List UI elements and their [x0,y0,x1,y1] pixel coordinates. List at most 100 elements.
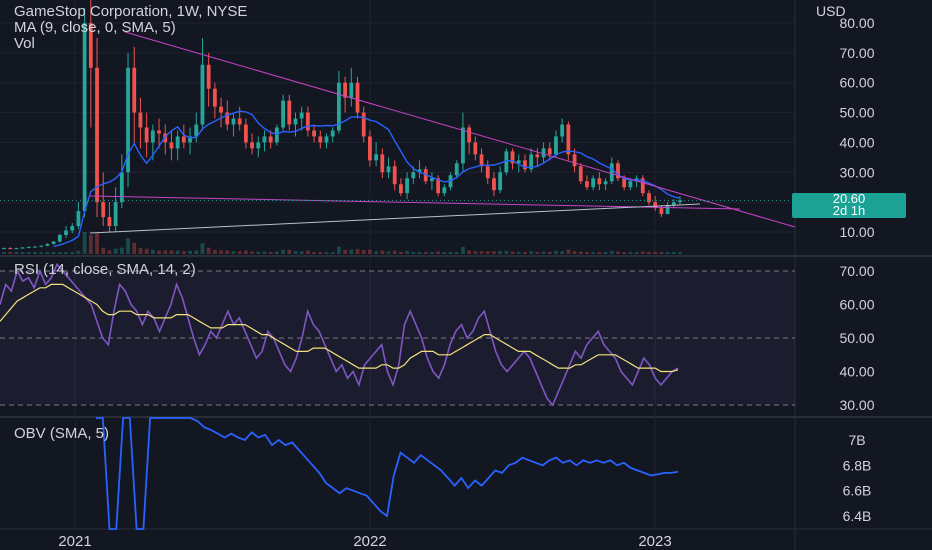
volume-bar [485,251,490,254]
volume-bar [64,252,68,254]
candle-body [461,127,465,164]
volume-bar [312,251,316,254]
price-tick-label: 50.00 [839,105,874,121]
candle-body [535,154,540,158]
candle-body [212,88,217,107]
candle-body [250,142,254,149]
volume-bar [436,251,441,254]
obv-tick-label: 6.4B [843,508,872,524]
candle-body [609,163,614,182]
volume-bar [597,251,602,254]
legend-ma: MA (9, close, 0, SMA, 5) [14,19,176,36]
time-tick-label: 2023 [638,533,671,550]
volume-bar [405,250,410,254]
candle-body [399,184,403,194]
volume-bar [268,251,273,254]
volume-bar [101,247,106,254]
volume-bar [181,251,186,254]
candle-body [14,248,19,250]
volume-bar [188,250,192,254]
volume-bar [659,252,664,254]
volume-bar [647,252,651,254]
volume-bar [336,246,341,254]
candle-body [169,142,174,149]
candle-body [268,136,273,143]
obv-line [96,417,679,530]
volume-bar [448,251,453,254]
candle-body [132,67,137,113]
trendline-rising [89,203,701,234]
candle-body [274,127,279,143]
candle-body [492,178,496,191]
candle-body [57,234,62,242]
volume-bar [566,249,571,254]
candle-body [45,243,50,246]
candle-body [200,64,205,125]
candle-body [39,245,44,247]
candle-body [591,178,596,188]
candle-body [330,130,335,137]
volume-bar [45,252,50,254]
price-tick-label: 10.00 [839,224,874,240]
volume-bar [33,252,37,254]
candle-body [206,64,211,89]
legend-obv: OBV (SMA, 5) [14,425,110,442]
volume-bar [473,251,478,254]
volume-bar [243,250,248,254]
candle-body [349,82,354,98]
volume-bar [82,232,87,254]
rsi-tick-label: 50.00 [839,330,874,346]
volume-bar [349,249,354,254]
volume-bar [461,247,465,254]
trendline-resistance [124,31,796,228]
volume-bar [665,252,670,254]
volume-bar [454,251,459,254]
candle-body [299,112,304,119]
obv-tick-label: 6.6B [843,483,872,499]
candle-body [324,136,329,143]
currency-label: USD [816,3,846,19]
volume-bar [529,251,534,254]
volume-bar [194,250,199,254]
volume-bar [95,233,99,254]
candle-body [51,241,56,244]
price-tick-label: 40.00 [839,134,874,150]
candle-body [392,166,397,185]
volume-bar [20,252,25,254]
candle-body [454,163,459,176]
volume-bar [368,249,372,254]
volume-bar [380,250,385,254]
volume-bar [293,251,298,254]
rsi-tick-label: 30.00 [839,397,874,413]
candle-body [138,112,143,128]
candle-body [318,136,323,143]
rsi-tick-label: 60.00 [839,297,874,313]
candle-body [473,142,478,155]
candle-body [231,118,236,125]
bar-countdown: 2d 1h [832,203,866,218]
candle-body [237,118,242,125]
volume-bar [231,251,236,254]
volume-bar [237,251,242,254]
candle-body [572,154,577,167]
candle-body [287,100,292,125]
volume-bar [200,243,205,254]
volume-bar [442,252,447,254]
volume-bar [113,248,118,254]
candle-body [585,181,589,188]
candle-body [374,154,379,161]
volume-bar [678,252,682,254]
volume-bar [262,251,267,254]
candle-body [219,106,223,113]
volume-bar [616,251,620,254]
candle-body [281,100,285,128]
volume-bar [14,252,19,254]
candle-body [243,124,248,143]
volume-bar [39,252,44,254]
candle-body [107,217,112,227]
volume-bar [541,251,546,254]
candle-body [64,230,68,235]
candle-body [671,202,676,206]
candle-body [411,172,416,179]
candle-body [175,136,180,149]
